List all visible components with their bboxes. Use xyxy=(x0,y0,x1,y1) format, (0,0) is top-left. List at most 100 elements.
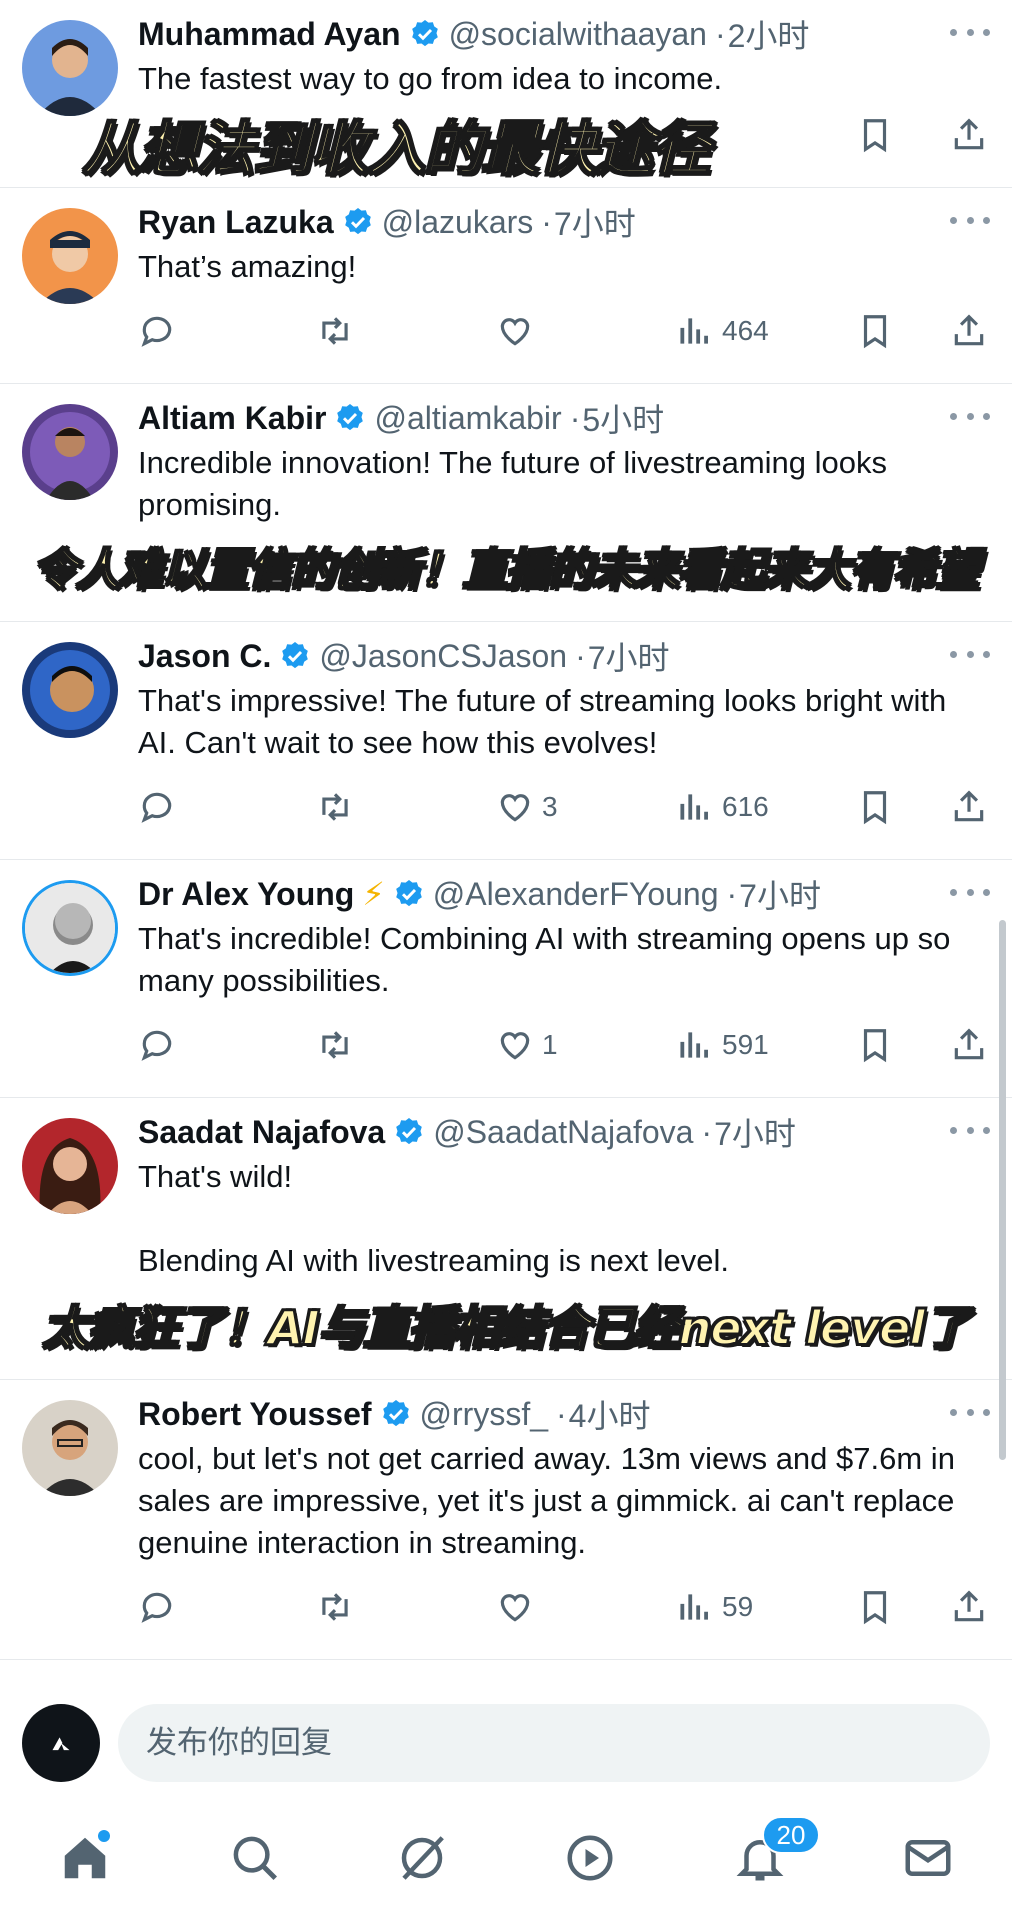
bookmark-button[interactable] xyxy=(856,1020,894,1070)
share-icon xyxy=(954,1590,984,1622)
bookmark-button[interactable] xyxy=(856,306,894,356)
video-subtitle: 从想法到收入的最快途径 xyxy=(81,114,711,184)
reply-button[interactable] xyxy=(138,782,176,832)
verified-badge-icon xyxy=(396,1118,423,1145)
views-button[interactable]: 616 xyxy=(676,782,769,832)
heart-icon xyxy=(500,1594,530,1622)
tab-search[interactable] xyxy=(225,1828,285,1888)
bookmark-icon xyxy=(863,315,887,349)
bookmark-button[interactable] xyxy=(856,782,894,832)
play-circle-icon xyxy=(567,1835,613,1881)
search-icon xyxy=(233,1836,278,1881)
reply-icon xyxy=(141,316,172,347)
display-name[interactable]: Ryan Lazuka xyxy=(138,204,334,241)
views-count: 59 xyxy=(722,1591,754,1622)
reply-icon xyxy=(141,1030,172,1061)
more-options-icon[interactable] xyxy=(950,1402,990,1422)
reply-icon xyxy=(141,792,172,823)
views-button[interactable]: 591 xyxy=(676,1020,769,1070)
display-name[interactable]: Muhammad Ayan xyxy=(138,16,401,53)
views-chart-icon xyxy=(680,1594,708,1620)
tweet-header: Jason C. @JasonCSJason · 7小时 xyxy=(138,636,670,677)
more-options-icon[interactable] xyxy=(950,210,990,230)
avatar[interactable] xyxy=(22,404,118,500)
like-button[interactable]: 3 xyxy=(496,782,558,832)
avatar[interactable] xyxy=(22,642,118,738)
retweet-button[interactable] xyxy=(316,1020,354,1070)
share-button[interactable] xyxy=(950,1020,988,1070)
share-icon xyxy=(954,118,984,150)
more-options-icon[interactable] xyxy=(950,22,990,42)
retweet-button[interactable] xyxy=(316,1582,354,1632)
more-options-icon[interactable] xyxy=(950,1120,990,1140)
more-options-icon[interactable] xyxy=(950,882,990,902)
bookmark-button[interactable] xyxy=(856,1582,894,1632)
views-button[interactable]: 59 xyxy=(676,1582,753,1632)
tab-messages[interactable] xyxy=(898,1828,958,1888)
reply-input[interactable] xyxy=(118,1704,990,1782)
verified-badge-icon xyxy=(395,880,422,907)
verified-badge-icon xyxy=(337,404,364,431)
share-button[interactable] xyxy=(950,110,988,160)
tweet[interactable]: Altiam Kabir @altiamkabir · 5小时 Incredib… xyxy=(0,384,1012,622)
views-chart-icon xyxy=(680,794,708,820)
avatar[interactable] xyxy=(22,880,118,976)
reply-button[interactable] xyxy=(138,306,176,356)
tweet-text: That's impressive! The future of streami… xyxy=(138,683,954,760)
avatar[interactable] xyxy=(22,1400,118,1496)
tweet-header: Robert Youssef @rryssf_ · 4小时 xyxy=(138,1394,651,1435)
tweet[interactable]: Ryan Lazuka @lazukars · 7小时 That’s amazi… xyxy=(0,188,1012,384)
mail-icon xyxy=(905,1840,951,1876)
my-avatar[interactable] xyxy=(22,1704,100,1782)
handle[interactable]: @AlexanderFYoung xyxy=(433,876,719,913)
share-button[interactable] xyxy=(950,1582,988,1632)
more-options-icon[interactable] xyxy=(950,644,990,664)
views-button[interactable]: 464 xyxy=(676,306,769,356)
retweet-button[interactable] xyxy=(316,782,354,832)
separator-dot: · xyxy=(569,399,581,436)
avatar[interactable] xyxy=(22,1118,118,1214)
tweet[interactable]: Muhammad Ayan @socialwithaayan · 2小时 The… xyxy=(0,0,1012,188)
tweet[interactable]: Robert Youssef @rryssf_ · 4小时 cool, but … xyxy=(0,1380,1012,1660)
display-name[interactable]: Dr Alex Young xyxy=(138,876,354,913)
share-button[interactable] xyxy=(950,306,988,356)
video-subtitle: 太疯狂了！AI与直播相结合已经next level了 xyxy=(42,1300,971,1356)
reply-icon xyxy=(141,1592,172,1623)
tweet[interactable]: Saadat Najafova @SaadatNajafova · 7小时 Th… xyxy=(0,1098,1012,1380)
handle[interactable]: @JasonCSJason xyxy=(319,638,567,675)
more-options-icon[interactable] xyxy=(950,406,990,426)
share-icon xyxy=(954,1028,984,1060)
verified-badge-icon xyxy=(382,1400,409,1427)
like-button[interactable] xyxy=(496,306,534,356)
reply-button[interactable] xyxy=(138,1582,176,1632)
display-name[interactable]: Jason C. xyxy=(138,638,271,675)
tweet[interactable]: Jason C. @JasonCSJason · 7小时 That's impr… xyxy=(0,622,1012,860)
retweet-button[interactable] xyxy=(316,306,354,356)
notifications-badge: 20 xyxy=(762,1816,820,1854)
share-button[interactable] xyxy=(950,782,988,832)
scrollbar[interactable] xyxy=(999,920,1006,1460)
tab-videos[interactable] xyxy=(560,1828,620,1888)
separator-dot: · xyxy=(701,1113,713,1150)
display-name[interactable]: Saadat Najafova xyxy=(138,1114,385,1151)
handle[interactable]: @rryssf_ xyxy=(420,1396,548,1433)
timestamp: 4小时 xyxy=(568,1398,651,1434)
reply-composer xyxy=(0,1690,1012,1798)
handle[interactable]: @socialwithaayan xyxy=(449,16,707,53)
tab-grok[interactable] xyxy=(392,1828,452,1888)
handle[interactable]: @altiamkabir xyxy=(374,400,561,437)
bottom-tab-bar: 20 xyxy=(0,1798,1012,1920)
retweet-icon xyxy=(322,1031,348,1059)
like-button[interactable] xyxy=(496,1582,534,1632)
tweet[interactable]: Dr Alex Young ⚡ @AlexanderFYoung · 7小时 T… xyxy=(0,860,1012,1098)
separator-dot: · xyxy=(575,637,586,674)
display-name[interactable]: Robert Youssef xyxy=(138,1396,372,1433)
like-button[interactable]: 1 xyxy=(496,1020,558,1070)
timestamp: 7小时 xyxy=(553,206,636,242)
reply-button[interactable] xyxy=(138,1020,176,1070)
avatar[interactable] xyxy=(22,208,118,304)
heart-icon xyxy=(500,318,530,346)
handle[interactable]: @lazukars xyxy=(382,204,534,241)
display-name[interactable]: Altiam Kabir xyxy=(138,400,326,437)
handle[interactable]: @SaadatNajafova xyxy=(433,1114,693,1151)
